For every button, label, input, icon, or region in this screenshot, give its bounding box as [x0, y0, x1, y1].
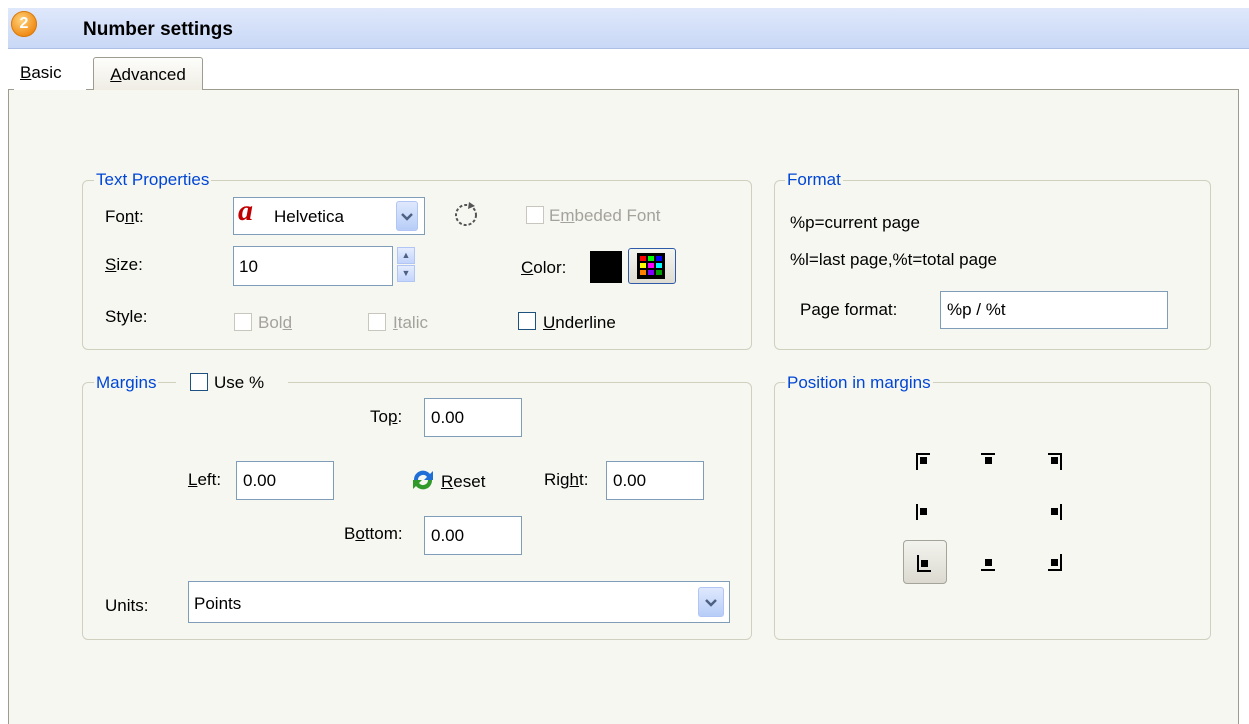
align-middle-right-icon	[1051, 504, 1062, 520]
tab-basic-label: asic	[31, 63, 62, 82]
position-bottom-right-button[interactable]	[1031, 540, 1075, 584]
align-bottom-left-icon	[917, 555, 931, 572]
font-value: Helvetica	[274, 207, 344, 226]
format-hint-current-page: %p=current page	[790, 213, 920, 232]
font-dropdown-button[interactable]	[396, 201, 418, 231]
align-bottom-center-icon	[981, 559, 995, 571]
italic-label: Italic	[393, 313, 428, 332]
bold-label: Bold	[258, 313, 293, 332]
page-format-label: Page format:	[800, 300, 898, 319]
format-hint-last-total: %l=last page,%t=total page	[790, 250, 997, 269]
italic-checkbox[interactable]	[368, 313, 386, 331]
embeded-font-label: Embeded Font	[549, 206, 661, 225]
size-label: Size:	[105, 255, 143, 274]
chevron-down-icon	[705, 599, 717, 607]
step-badge: 2	[11, 11, 37, 37]
use-percent-checkbox[interactable]	[190, 373, 208, 391]
refresh-icon[interactable]	[452, 200, 480, 233]
size-spin-up[interactable]: ▲	[397, 247, 415, 264]
size-spin-down[interactable]: ▼	[397, 265, 415, 282]
underline-checkbox[interactable]	[518, 312, 536, 330]
tab-advanced-mnemonic: A	[110, 65, 122, 84]
top-label: Top:	[370, 407, 403, 426]
align-bottom-right-icon	[1048, 554, 1062, 571]
position-top-left-button[interactable]	[903, 440, 947, 484]
color-picker-button[interactable]	[628, 248, 676, 284]
chevron-down-icon	[401, 213, 413, 221]
color-label: Color:	[521, 258, 567, 277]
tab-advanced-label: dvanced	[121, 65, 186, 84]
use-percent-label: Use %	[214, 373, 265, 392]
embeded-font-checkbox[interactable]	[526, 206, 544, 224]
position-top-center-button[interactable]	[967, 440, 1011, 484]
font-a-icon: a	[238, 194, 253, 227]
position-middle-left-button[interactable]	[903, 490, 947, 534]
align-top-left-icon	[916, 453, 930, 470]
position-legend: Position in margins	[785, 373, 933, 393]
right-margin-input[interactable]: 0.00	[606, 461, 704, 500]
position-group	[774, 382, 1211, 640]
units-value: Points	[194, 594, 242, 613]
font-select[interactable]: a Helvetica	[233, 194, 425, 235]
font-label: Font:	[105, 207, 144, 226]
margins-legend: Margins	[94, 373, 159, 393]
page-format-input[interactable]: %p / %t	[940, 291, 1168, 329]
reset-button[interactable]: Reset	[441, 472, 485, 492]
text-properties-legend: Text Properties	[94, 170, 212, 190]
align-top-right-icon	[1048, 453, 1062, 470]
align-middle-left-icon	[916, 504, 927, 520]
align-top-center-icon	[981, 453, 995, 464]
size-input[interactable]: 10	[233, 246, 393, 286]
units-label: Units:	[105, 596, 149, 615]
color-swatch	[590, 251, 622, 283]
tab-basic[interactable]: Basic	[14, 56, 86, 90]
left-label: Left:	[188, 470, 222, 489]
size-value: 10	[239, 257, 258, 276]
format-legend: Format	[785, 170, 843, 190]
units-select[interactable]: Points	[188, 581, 730, 623]
position-top-right-button[interactable]	[1031, 440, 1075, 484]
tab-basic-mnemonic: B	[20, 63, 32, 82]
tab-advanced[interactable]: Advanced	[93, 57, 203, 90]
palette-icon	[637, 253, 665, 279]
underline-label: Underline	[543, 313, 616, 332]
right-label: Right:	[544, 470, 589, 489]
position-middle-right-button[interactable]	[1031, 490, 1075, 534]
reset-icon	[410, 468, 436, 497]
position-bottom-center-button[interactable]	[967, 540, 1011, 584]
section-title: Number settings	[83, 19, 233, 40]
top-margin-input[interactable]: 0.00	[424, 398, 522, 437]
position-bottom-left-button[interactable]	[903, 540, 947, 584]
style-label: Style:	[105, 307, 148, 326]
bottom-label: Bottom:	[344, 524, 403, 543]
units-dropdown-button[interactable]	[698, 587, 724, 617]
bold-checkbox[interactable]	[234, 313, 252, 331]
left-margin-input[interactable]: 0.00	[236, 461, 334, 500]
bottom-margin-input[interactable]: 0.00	[424, 516, 522, 555]
